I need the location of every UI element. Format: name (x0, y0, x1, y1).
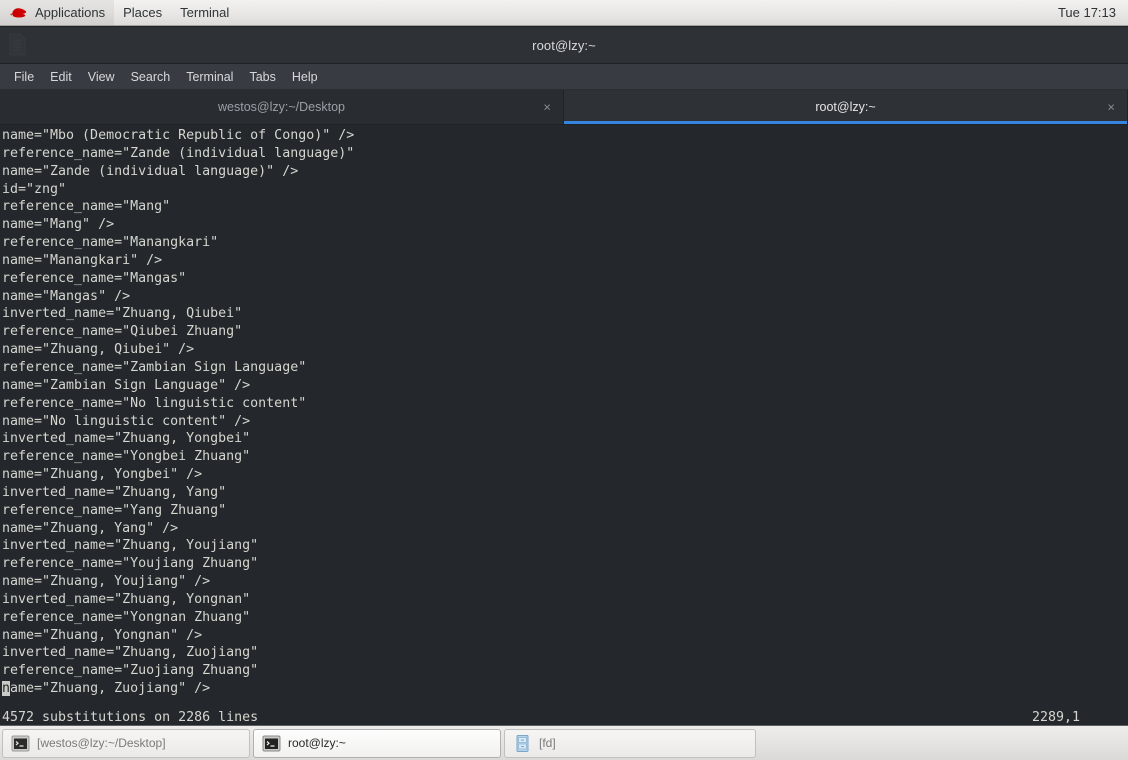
terminal-line: name="Mbo (Democratic Republic of Congo)… (2, 128, 355, 143)
vim-status-line: 4572 substitutions on 2286 lines 2289,1 (2, 708, 1128, 726)
terminal-line: inverted_name="Zhuang, Qiubei" (2, 306, 243, 322)
taskbar-item-root-terminal-label: root@lzy:~ (288, 736, 346, 750)
window-list-taskbar: [westos@lzy:~/Desktop] root@lzy:~ [fd] (0, 725, 1128, 760)
terminal-output-area[interactable]: name="Mbo (Democratic Republic of Congo)… (0, 125, 1128, 728)
terminal-line: reference_name="Zuojiang Zhuang" (2, 663, 259, 679)
taskbar-item-fd[interactable]: [fd] (504, 728, 756, 758)
panel-clock[interactable]: Tue 17:13 (1046, 5, 1128, 20)
menu-file[interactable]: File (6, 67, 42, 87)
terminal-line: reference_name="Yongnan Zhuang" (2, 609, 251, 625)
terminal-line: reference_name="Zambian Sign Language" (2, 359, 307, 375)
file-cabinet-icon (513, 734, 532, 753)
menu-search[interactable]: Search (123, 67, 179, 87)
tab-root-home[interactable]: root@lzy:~ × (564, 90, 1128, 124)
menu-terminal[interactable]: Terminal (178, 67, 241, 87)
document-icon (9, 33, 26, 56)
panel-menu-terminal-label: Terminal (180, 5, 230, 20)
terminal-cursor-line: name="Zhuang, Zuojiang" /> (2, 680, 1128, 698)
terminal-line: name="Manangkari" /> (2, 252, 163, 268)
taskbar-item-westos-terminal[interactable]: [westos@lzy:~/Desktop] (2, 728, 250, 758)
panel-menu-places[interactable]: Places (114, 0, 171, 25)
tab-root-home-label: root@lzy:~ (815, 100, 876, 114)
panel-menu-group: Applications Places Terminal (0, 0, 238, 25)
terminal-line: name="No linguistic content" /> (2, 413, 251, 429)
terminal-line: name="Zhuang, Youjiang" /> (2, 574, 211, 590)
terminal-line: name="Zambian Sign Language" /> (2, 377, 251, 393)
taskbar-item-root-terminal[interactable]: root@lzy:~ (253, 728, 501, 758)
panel-menu-terminal[interactable]: Terminal (171, 0, 238, 25)
tab-westos-desktop[interactable]: westos@lzy:~/Desktop × (0, 90, 564, 124)
terminal-line: reference_name="Youjiang Zhuang" (2, 556, 259, 572)
window-menubar: File Edit View Search Terminal Tabs Help (0, 64, 1128, 90)
close-icon[interactable]: × (543, 101, 551, 114)
vim-status-message: 4572 substitutions on 2286 lines (2, 709, 259, 725)
terminal-line: reference_name="Manangkari" (2, 235, 219, 251)
window-title: root@lzy:~ (532, 37, 596, 53)
terminal-cursor: n (2, 681, 11, 697)
terminal-icon (262, 734, 281, 753)
terminal-line: name="Zhuang, Qiubei" /> (2, 342, 195, 358)
panel-menu-applications[interactable]: Applications (0, 0, 115, 25)
terminal-line: reference_name="Zande (individual langua… (2, 145, 355, 161)
panel-menu-applications-label: Applications (35, 5, 106, 20)
terminal-line: name="Zhuang, Yongnan" /> (2, 627, 203, 643)
terminal-line: reference_name="Yang Zhuang" (2, 502, 227, 518)
taskbar-item-westos-terminal-label: [westos@lzy:~/Desktop] (37, 736, 166, 750)
taskbar-item-fd-label: [fd] (539, 736, 556, 750)
terminal-text-lines: name="Mbo (Democratic Republic of Congo)… (2, 127, 1128, 680)
window-titlebar[interactable]: root@lzy:~ (0, 27, 1128, 64)
close-icon[interactable]: × (1107, 101, 1115, 114)
menu-view[interactable]: View (80, 67, 123, 87)
terminal-line: reference_name="No linguistic content" (2, 395, 307, 411)
terminal-line: name="Mang" /> (2, 217, 115, 233)
vim-cursor-position: 2289,1 (1031, 709, 1080, 725)
terminal-line: inverted_name="Zhuang, Zuojiang" (2, 645, 259, 661)
terminal-line: reference_name="Qiubei Zhuang" (2, 324, 243, 340)
gnome-top-panel: Applications Places Terminal Tue 17:13 (0, 0, 1128, 26)
terminal-line: reference_name="Yongbei Zhuang" (2, 449, 251, 465)
terminal-cursor-line-rest: ame="Zhuang, Zuojiang" /> (10, 681, 211, 697)
terminal-line: name="Mangas" /> (2, 288, 131, 304)
terminal-line: name="Zande (individual language)" /> (2, 163, 299, 179)
terminal-line: id="zng" (2, 181, 67, 197)
terminal-line: name="Zhuang, Yang" /> (2, 520, 179, 536)
terminal-line: reference_name="Mang" (2, 199, 171, 215)
terminal-tabbar: westos@lzy:~/Desktop × root@lzy:~ × (0, 90, 1128, 125)
menu-edit[interactable]: Edit (42, 67, 80, 87)
terminal-line: name="Zhuang, Yongbei" /> (2, 467, 203, 483)
terminal-line: reference_name="Mangas" (2, 270, 187, 286)
terminal-window: root@lzy:~ File Edit View Search Termina… (0, 27, 1128, 728)
redhat-logo-icon (9, 6, 29, 20)
terminal-line: inverted_name="Zhuang, Yang" (2, 484, 227, 500)
terminal-line: inverted_name="Zhuang, Yongnan" (2, 591, 251, 607)
terminal-line: inverted_name="Zhuang, Yongbei" (2, 431, 251, 447)
menu-tabs[interactable]: Tabs (241, 67, 283, 87)
panel-menu-places-label: Places (123, 5, 163, 20)
terminal-icon (11, 734, 30, 753)
tab-westos-desktop-label: westos@lzy:~/Desktop (218, 100, 345, 114)
terminal-line: inverted_name="Zhuang, Youjiang" (2, 538, 259, 554)
menu-help[interactable]: Help (284, 67, 326, 87)
